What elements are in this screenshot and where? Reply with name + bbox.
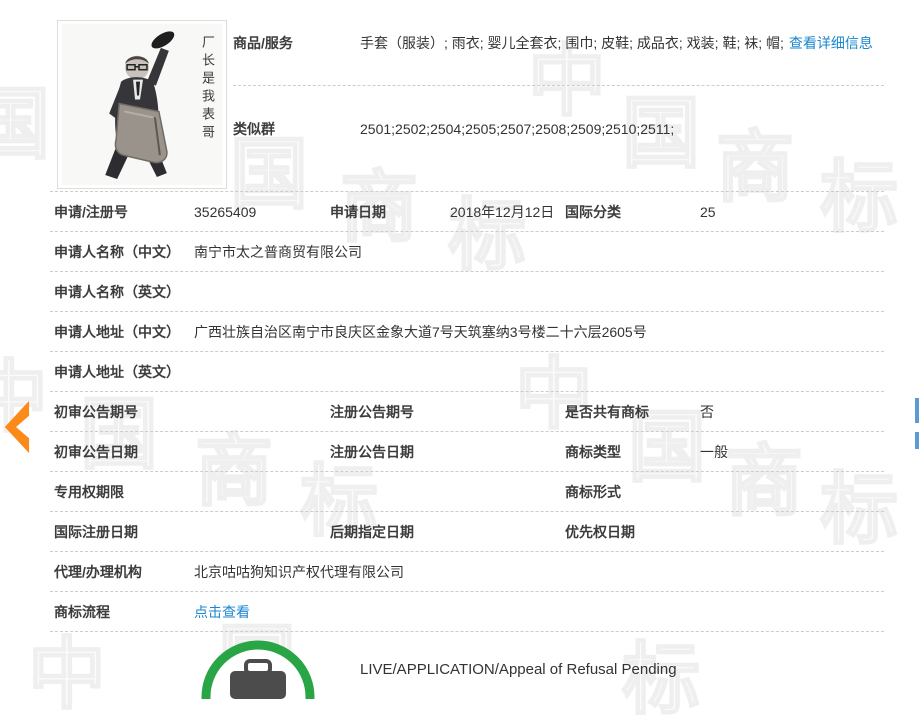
tm-process-link[interactable]: 点击查看 [194, 602, 250, 622]
similar-group-row: 类似群 2501;2502;2504;2505;2507;2508;2509;2… [233, 86, 884, 172]
row-address-en: 申请人地址（英文） [50, 352, 884, 392]
intl-reg-date-label: 国际注册日期 [54, 522, 194, 542]
later-designation-date-label: 后期指定日期 [330, 522, 450, 542]
priority-date-label: 优先权日期 [565, 522, 700, 542]
view-detail-link[interactable]: 查看详细信息 [789, 33, 873, 53]
address-cn-label: 申请人地址（中文） [54, 322, 194, 342]
collapse-panel-arrow[interactable] [2, 399, 30, 455]
status-briefcase-icon [200, 639, 320, 699]
row-tm-process: 商标流程点击查看 [50, 592, 884, 632]
first-trial-no-label: 初审公告期号 [54, 402, 194, 422]
reg-announce-date-label: 注册公告日期 [330, 442, 450, 462]
agency-value: 北京咕咕狗知识产权代理有限公司 [194, 562, 404, 582]
watermark-glyph: 国 [0, 85, 50, 163]
row-agency: 代理/办理机构北京咕咕狗知识产权代理有限公司 [50, 552, 884, 592]
status-text: LIVE/APPLICATION/Appeal of Refusal Pendi… [360, 661, 677, 678]
agency-label: 代理/办理机构 [54, 562, 194, 582]
is-shared-label: 是否共有商标 [565, 402, 700, 422]
row-applicant-en: 申请人名称（英文） [50, 272, 884, 312]
scrollbar-thumb-top[interactable] [915, 398, 919, 423]
top-section: 厂长是我表哥 商品/服务 手套（服装）; 雨衣; 婴儿全套衣; 围巾; 皮鞋; … [50, 0, 884, 192]
intl-class-label: 国际分类 [565, 202, 700, 222]
apply-date-label: 申请日期 [330, 202, 450, 222]
applicant-en-label: 申请人名称（英文） [54, 282, 194, 302]
trademark-caption: 厂长是我表哥 [197, 35, 216, 143]
apply-date-value: 2018年12月12日 [450, 202, 554, 222]
trademark-image[interactable]: 厂长是我表哥 [57, 20, 227, 189]
applicant-cn-label: 申请人名称（中文） [54, 242, 194, 262]
status-section: LIVE/APPLICATION/Appeal of Refusal Pendi… [50, 632, 884, 679]
reg-no-value: 35265409 [194, 204, 256, 220]
address-cn-value: 广西壮族自治区南宁市良庆区金象大道7号天筑塞纳3号楼二十六层2605号 [194, 322, 647, 342]
similar-group-value: 2501;2502;2504;2505;2507;2508;2509;2510;… [360, 121, 674, 137]
address-en-label: 申请人地址（英文） [54, 362, 194, 382]
row-registration: 申请/注册号35265409 申请日期2018年12月12日 国际分类25 [50, 192, 884, 232]
row-announcement-date: 初审公告日期 注册公告日期 商标类型一般 [50, 432, 884, 472]
similar-group-label: 类似群 [233, 119, 360, 139]
intl-class-value: 25 [700, 204, 716, 220]
row-applicant-cn: 申请人名称（中文）南宁市太之普商贸有限公司 [50, 232, 884, 272]
goods-services-value: 手套（服装）; 雨衣; 婴儿全套衣; 围巾; 皮鞋; 成品衣; 戏装; 鞋; 袜… [360, 33, 784, 53]
tm-process-label: 商标流程 [54, 602, 194, 622]
row-intl-dates: 国际注册日期 后期指定日期 优先权日期 [50, 512, 884, 552]
tm-type-label: 商标类型 [565, 442, 700, 462]
reg-announce-no-label: 注册公告期号 [330, 402, 450, 422]
row-address-cn: 申请人地址（中文）广西壮族自治区南宁市良庆区金象大道7号天筑塞纳3号楼二十六层2… [50, 312, 884, 352]
tm-form-label: 商标形式 [565, 482, 700, 502]
is-shared-value: 否 [700, 402, 714, 422]
row-exclusive-period: 专用权期限 商标形式 [50, 472, 884, 512]
scrollbar-thumb-bottom[interactable] [915, 432, 919, 449]
tm-type-value: 一般 [700, 442, 728, 462]
goods-services-label: 商品/服务 [233, 33, 360, 53]
exclusive-period-label: 专用权期限 [54, 482, 194, 502]
applicant-cn-value: 南宁市太之普商贸有限公司 [194, 242, 362, 262]
goods-services-row: 商品/服务 手套（服装）; 雨衣; 婴儿全套衣; 围巾; 皮鞋; 成品衣; 戏装… [233, 0, 884, 86]
first-trial-date-label: 初审公告日期 [54, 442, 194, 462]
reg-no-label: 申请/注册号 [54, 202, 194, 222]
row-announcement-no: 初审公告期号 注册公告期号 是否共有商标否 [50, 392, 884, 432]
trademark-detail-panel: 厂长是我表哥 商品/服务 手套（服装）; 雨衣; 婴儿全套衣; 围巾; 皮鞋; … [50, 0, 884, 679]
